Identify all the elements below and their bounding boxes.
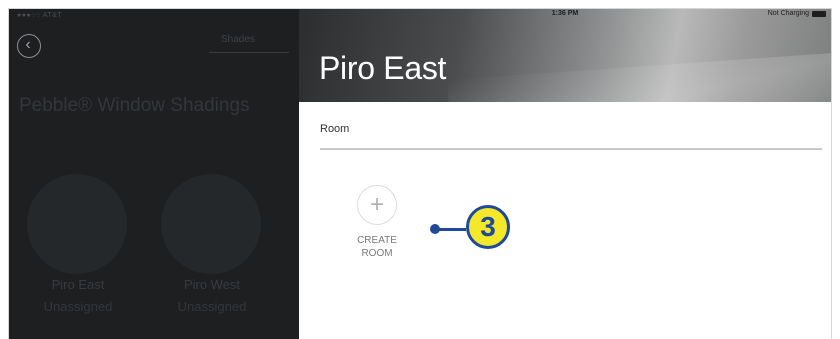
- callout-line: [438, 228, 466, 231]
- page-title: Piro East: [319, 50, 447, 86]
- device-status: Unassigned: [43, 299, 113, 314]
- left-panel-title: Pebble® Window Shadings: [19, 95, 250, 116]
- device-circle-piro-west[interactable]: [161, 174, 261, 274]
- section-label-room: Room: [320, 123, 350, 135]
- status-bar-left: ●●●○○ AT&T: [17, 12, 63, 19]
- back-button[interactable]: ‹: [17, 34, 41, 58]
- left-panel: ●●●○○ AT&T ‹ Shades Pebble® Window Shadi…: [9, 9, 299, 339]
- device-name: Piro West: [183, 277, 241, 292]
- status-time: 1:36 PM: [551, 10, 579, 17]
- battery-icon: [812, 11, 826, 17]
- right-panel: 1:36 PM Not Charging Piro East Room + CR…: [299, 9, 831, 339]
- header-banner: 1:36 PM Not Charging Piro East: [299, 9, 831, 102]
- device-name: Piro East: [51, 277, 105, 292]
- plus-icon: +: [357, 185, 397, 225]
- chevron-left-icon: ‹: [25, 36, 31, 53]
- charging-status: Not Charging: [767, 10, 809, 17]
- callout-badge-3: 3: [466, 205, 510, 249]
- device-status: Unassigned: [177, 299, 247, 314]
- create-room-button[interactable]: + CREATE ROOM: [347, 185, 407, 260]
- app-window: ●●●○○ AT&T ‹ Shades Pebble® Window Shadi…: [8, 8, 832, 339]
- link-underline: [209, 52, 289, 53]
- shades-link[interactable]: Shades: [221, 34, 255, 45]
- section-divider: [320, 148, 822, 150]
- create-room-label: CREATE ROOM: [357, 235, 397, 259]
- device-circle-piro-east[interactable]: [27, 174, 127, 274]
